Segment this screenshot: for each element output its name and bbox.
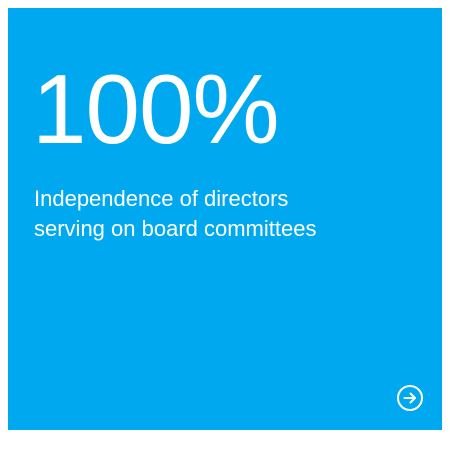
stat-tile[interactable]: 100% Independence of directors serving o… [8, 8, 442, 430]
stat-description-line-2: serving on board committees [34, 216, 317, 241]
stat-description-line-1: Independence of directors [34, 186, 289, 211]
stat-description: Independence of directors serving on boa… [34, 184, 414, 244]
arrow-right-circle-icon [397, 385, 423, 411]
next-arrow-button[interactable] [394, 382, 426, 414]
stat-value: 100% [32, 54, 280, 164]
